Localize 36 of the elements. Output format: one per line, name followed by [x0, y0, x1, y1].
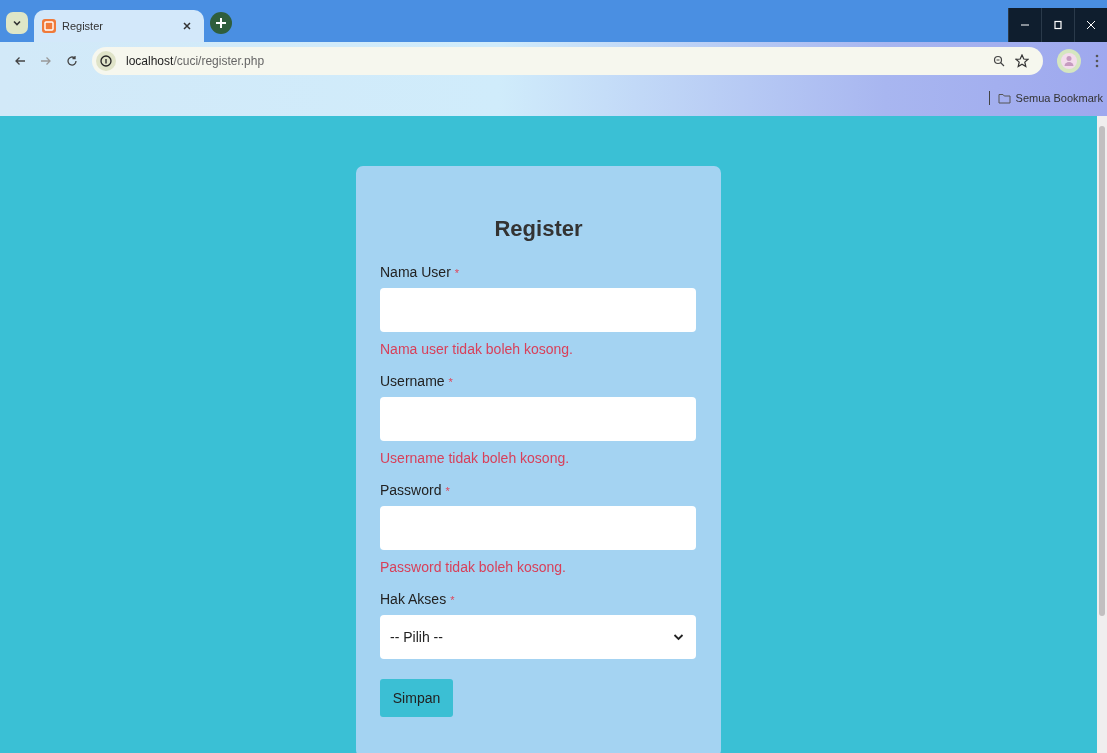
star-icon[interactable]: [1015, 54, 1029, 68]
restore-button[interactable]: [1041, 8, 1074, 42]
new-tab-icon[interactable]: [210, 12, 232, 34]
access-select[interactable]: -- Pilih --: [380, 615, 696, 659]
forward-arrow-icon[interactable]: [40, 55, 52, 67]
field-label: Password *: [380, 482, 451, 498]
error-message: Username tidak boleh kosong.: [380, 450, 571, 466]
field-label: Username *: [380, 373, 454, 389]
close-icon[interactable]: [182, 21, 192, 31]
reload-icon[interactable]: [66, 55, 78, 67]
all-bookmarks-button[interactable]: Semua Bookmark: [997, 92, 1103, 104]
field-label: Nama User *: [380, 264, 461, 280]
url-text: localhost/cuci/register.php: [126, 54, 265, 68]
chevron-down-icon: [12, 18, 22, 28]
favicon-icon: [42, 19, 56, 33]
tab-list-button[interactable]: [6, 12, 28, 34]
back-arrow-icon[interactable]: [14, 55, 26, 67]
input-field[interactable]: [380, 397, 696, 441]
menu-icon[interactable]: [1095, 54, 1099, 68]
input-field[interactable]: [380, 506, 696, 550]
tab-title: Register: [62, 20, 104, 32]
chevron-down-icon: [673, 633, 684, 641]
zoom-icon[interactable]: [993, 55, 1005, 67]
browser-tab[interactable]: Register: [34, 10, 204, 42]
save-button[interactable]: Simpan: [380, 679, 453, 717]
restore-icon: [1053, 20, 1063, 30]
address-bar[interactable]: localhost/cuci/register.php: [92, 47, 1043, 75]
error-message: Password tidak boleh kosong.: [380, 559, 567, 575]
folder-icon: [997, 92, 1011, 104]
info-icon: [96, 51, 116, 71]
profile-avatar-icon[interactable]: [1057, 49, 1081, 73]
field-label: Hak Akses *: [380, 591, 456, 607]
input-field[interactable]: [380, 288, 696, 332]
error-message: Nama user tidak boleh kosong.: [380, 341, 574, 357]
close-icon: [1086, 20, 1096, 30]
form-title: Register: [493, 216, 584, 242]
